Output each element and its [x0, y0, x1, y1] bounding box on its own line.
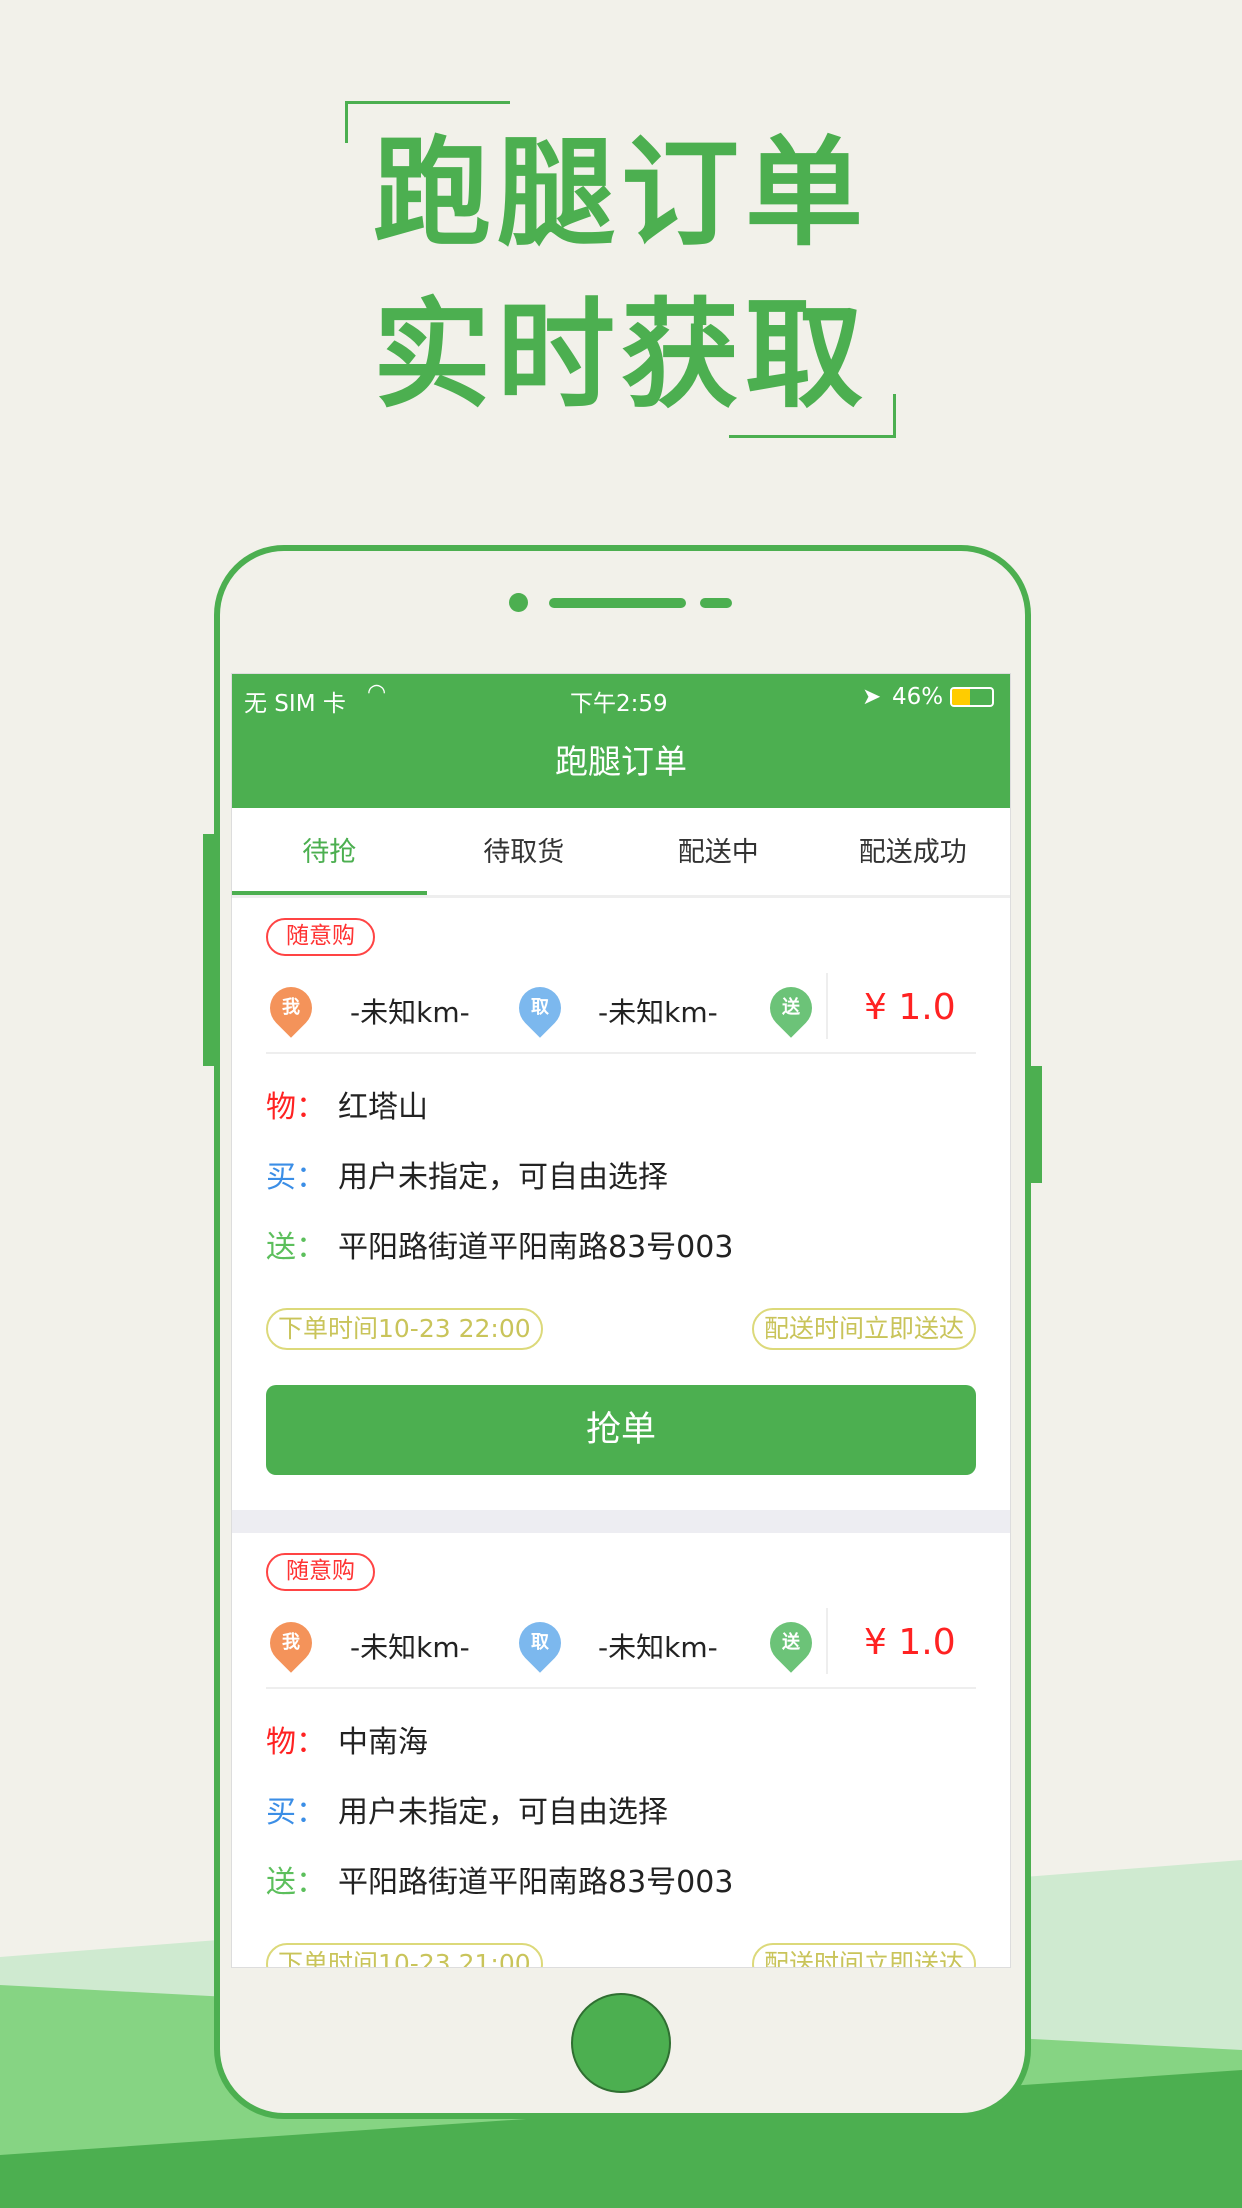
app-screen: 无 SIM 卡 ◠ 下午2:59 ➤ 46% 跑腿订单 待抢 待取货 配送中 配…	[231, 673, 1011, 1968]
pickup-pin-icon: 取	[510, 978, 570, 1038]
pickup-pin-icon: 取	[510, 1613, 570, 1673]
tab-awaiting-pickup[interactable]: 待取货	[427, 808, 622, 895]
route-row: 我 -未知km- 取 -未知km- 送 ¥ 1.0	[261, 973, 976, 1054]
headline-line2: 实时获取	[372, 286, 869, 424]
status-bar: 无 SIM 卡 ◠ 下午2:59 ➤ 46%	[232, 674, 1010, 722]
location-arrow-icon: ➤	[862, 684, 882, 710]
phone-speaker	[549, 598, 686, 608]
battery-fill	[952, 689, 971, 705]
wifi-icon: ◠	[367, 680, 387, 705]
buy-row: 买： 用户未指定，可自由选择	[266, 1778, 976, 1848]
tab-delivered[interactable]: 配送成功	[816, 808, 1011, 895]
send-label: 送：	[266, 1865, 326, 1900]
buy-label: 买：	[266, 1160, 326, 1195]
pickup-distance: -未知km-	[598, 996, 718, 1029]
phone-side-button-right	[1031, 1066, 1042, 1183]
phone-camera	[509, 593, 528, 612]
order-type-tag: 随意购	[266, 918, 375, 956]
send-value: 平阳路街道平阳南路83号003	[338, 1865, 734, 1900]
item-value: 红塔山	[338, 1090, 428, 1125]
clock: 下午2:59	[570, 691, 668, 717]
buy-label: 买：	[266, 1795, 326, 1830]
buy-row: 买： 用户未指定，可自由选择	[266, 1143, 976, 1213]
order-card: 随意购 我 -未知km- 取 -未知km- 送 ¥ 1.0 物： 中南海 买： 用户…	[232, 1533, 1010, 1967]
time-pills: 下单时间10-23 21:00 配送时间立即送达	[266, 1943, 976, 1967]
item-label: 物：	[266, 1725, 326, 1760]
send-row: 送： 平阳路街道平阳南路83号003	[266, 1213, 976, 1283]
me-distance: -未知km-	[350, 1631, 470, 1664]
order-time-pill: 下单时间10-23 22:00	[266, 1308, 543, 1350]
pickup-distance: -未知km-	[598, 1631, 718, 1664]
deliver-pin-icon: 送	[761, 978, 821, 1038]
item-row: 物： 中南海	[266, 1708, 976, 1778]
carrier-label: 无 SIM 卡	[244, 691, 346, 717]
order-type-tag: 随意购	[266, 1553, 375, 1591]
battery-icon	[950, 687, 994, 707]
price: ¥ 1.0	[864, 1622, 956, 1663]
card-separator	[232, 1510, 1010, 1533]
deliver-pin-icon: 送	[761, 1613, 821, 1673]
me-pin-icon: 我	[261, 978, 321, 1038]
phone-sensor	[700, 598, 732, 608]
order-time-pill: 下单时间10-23 21:00	[266, 1943, 543, 1967]
send-value: 平阳路街道平阳南路83号003	[338, 1230, 734, 1265]
me-pin-icon: 我	[261, 1613, 321, 1673]
phone-home-button	[571, 1993, 671, 2093]
item-row: 物： 红塔山	[266, 1073, 976, 1143]
time-pills: 下单时间10-23 22:00 配送时间立即送达	[266, 1308, 976, 1350]
grab-order-button[interactable]: 抢单	[266, 1385, 976, 1475]
delivery-time-pill: 配送时间立即送达	[751, 1308, 976, 1350]
send-label: 送：	[266, 1230, 326, 1265]
tab-bar: 待抢 待取货 配送中 配送成功	[232, 808, 1010, 898]
headline-line1: 跑腿订单	[372, 124, 869, 262]
item-label: 物：	[266, 1090, 326, 1125]
me-distance: -未知km-	[350, 996, 470, 1029]
tab-delivering[interactable]: 配送中	[621, 808, 816, 895]
item-value: 中南海	[338, 1725, 428, 1760]
order-card: 随意购 我 -未知km- 取 -未知km- 送 ¥ 1.0 物： 红塔山 买： 用户…	[232, 898, 1010, 1510]
price: ¥ 1.0	[864, 987, 956, 1028]
phone-side-button-left	[203, 834, 214, 1066]
delivery-time-pill: 配送时间立即送达	[751, 1943, 976, 1967]
buy-value: 用户未指定，可自由选择	[338, 1795, 668, 1830]
tab-pending-grab[interactable]: 待抢	[232, 808, 427, 895]
divider	[826, 1608, 828, 1674]
nav-title: 跑腿订单	[232, 722, 1010, 808]
battery-percent: 46%	[892, 684, 944, 710]
route-row: 我 -未知km- 取 -未知km- 送 ¥ 1.0	[261, 1608, 976, 1689]
send-row: 送： 平阳路街道平阳南路83号003	[266, 1848, 976, 1918]
buy-value: 用户未指定，可自由选择	[338, 1160, 668, 1195]
divider	[826, 973, 828, 1039]
